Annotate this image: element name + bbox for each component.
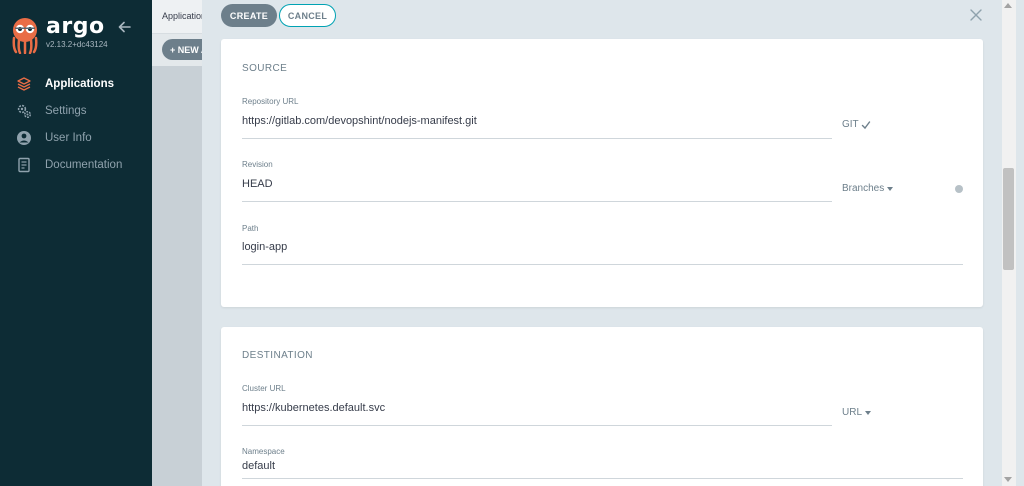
path-label: Path [242, 224, 259, 233]
cluster-url-input[interactable]: https://kubernetes.default.svc [242, 402, 385, 414]
page-title: Applications [162, 11, 202, 21]
cluster-mode-text: URL [842, 407, 863, 418]
arrow-left-icon[interactable] [118, 20, 132, 34]
help-icon[interactable] [955, 185, 963, 193]
sidebar-item-label: Applications [45, 77, 115, 90]
revision-input[interactable]: HEAD [242, 178, 273, 190]
scrollbar-thumb[interactable] [1003, 168, 1014, 270]
sidebar-item-label: User Info [45, 131, 92, 144]
section-title: DESTINATION [242, 350, 313, 361]
layers-icon [16, 76, 32, 92]
page-toolbar: + NEW APP [152, 34, 202, 66]
cancel-button[interactable]: CANCEL [279, 4, 336, 27]
new-app-button[interactable]: + NEW APP [162, 39, 202, 60]
input-underline [242, 478, 963, 479]
user-circle-icon [16, 130, 32, 146]
revision-mode-dropdown[interactable]: Branches [842, 183, 894, 194]
source-section: SOURCE Repository URL https://gitlab.com… [221, 39, 983, 307]
input-underline [242, 264, 963, 265]
book-icon [16, 157, 32, 173]
input-underline [242, 201, 832, 202]
repo-type-text: GIT [842, 119, 859, 130]
page-header: Applications [152, 0, 202, 34]
repo-type-label: GIT [842, 119, 871, 130]
brand-name: argo [46, 14, 105, 39]
section-title: SOURCE [242, 63, 288, 74]
revision-mode-text: Branches [842, 183, 885, 194]
namespace-input[interactable]: default [242, 460, 275, 472]
repo-url-input[interactable]: https://gitlab.com/devopshint/nodejs-man… [242, 115, 477, 127]
create-button[interactable]: CREATE [221, 4, 277, 27]
input-underline [242, 138, 832, 139]
check-icon [861, 120, 870, 129]
path-input[interactable]: login-app [242, 241, 287, 253]
sidebar-item-label: Documentation [45, 158, 123, 171]
panel-toolbar: CREATE CANCEL [202, 0, 1024, 30]
background-page: Applications + NEW APP [152, 0, 202, 486]
sidebar: argo v2.13.2+dc43124 Applications Settin… [0, 0, 152, 486]
sidebar-item-user-info[interactable]: User Info [0, 124, 152, 151]
sidebar-item-settings[interactable]: Settings [0, 97, 152, 124]
cluster-url-label: Cluster URL [242, 384, 286, 393]
gears-icon [16, 103, 32, 119]
argo-mascot-icon [12, 18, 38, 54]
repo-url-label: Repository URL [242, 97, 299, 106]
scroll-down-arrow-icon[interactable] [1004, 477, 1012, 482]
revision-label: Revision [242, 160, 273, 169]
caret-down-icon [865, 410, 872, 415]
scroll-up-arrow-icon[interactable] [1004, 3, 1012, 8]
sidebar-nav: Applications Settings User Info Document… [0, 70, 152, 178]
sidebar-item-applications[interactable]: Applications [0, 70, 152, 97]
namespace-label: Namespace [242, 447, 285, 456]
cluster-mode-dropdown[interactable]: URL [842, 407, 872, 418]
version-label: v2.13.2+dc43124 [46, 40, 108, 49]
sidebar-item-label: Settings [45, 104, 87, 117]
sidebar-item-documentation[interactable]: Documentation [0, 151, 152, 178]
destination-section: DESTINATION Cluster URL https://kubernet… [221, 327, 983, 486]
caret-down-icon [887, 186, 894, 191]
input-underline [242, 425, 832, 426]
close-icon[interactable] [970, 9, 982, 21]
create-app-panel: CREATE CANCEL SOURCE Repository URL http… [202, 0, 1024, 486]
